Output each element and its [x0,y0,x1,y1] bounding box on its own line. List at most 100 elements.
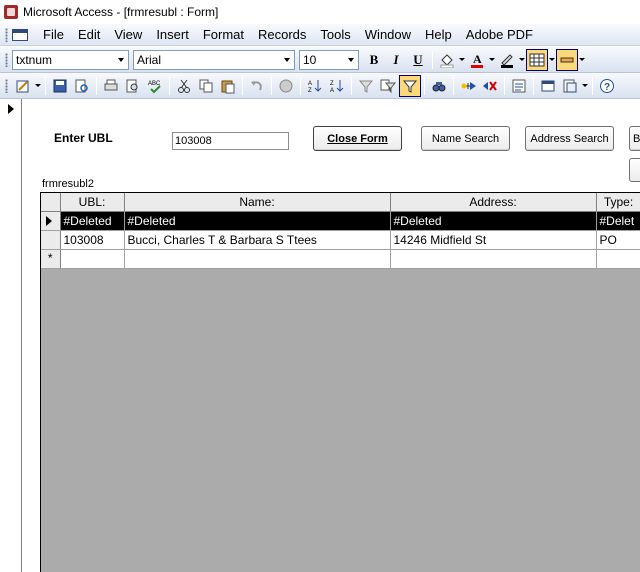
cell-address[interactable]: 14246 Midfield St [390,230,597,250]
underline-button[interactable]: U [407,49,429,71]
chevron-down-icon[interactable] [488,49,496,71]
save-icon[interactable] [49,75,71,97]
ubl-input[interactable]: 103008 [172,132,289,150]
italic-button[interactable]: I [385,49,407,71]
spelling-icon[interactable]: ABC [144,75,166,97]
menu-help[interactable]: Help [418,25,459,45]
find-icon[interactable] [428,75,450,97]
column-header-name[interactable]: Name: [124,193,391,212]
cell-address[interactable] [390,249,597,269]
b-button[interactable]: B [629,126,640,151]
cell-name[interactable] [124,249,391,269]
toolbar-grip-icon[interactable] [5,27,8,42]
cell-name[interactable]: #Deleted [124,211,391,231]
cell-type[interactable] [596,249,640,269]
menu-window[interactable]: Window [358,25,418,45]
database-window-icon[interactable] [537,75,559,97]
menu-format[interactable]: Format [196,25,251,45]
sort-descending-icon[interactable]: ZA [326,75,348,97]
cell-type[interactable]: #Delet [596,211,640,231]
toolbar-separator [271,76,272,95]
properties-icon[interactable] [508,75,530,97]
new-record-icon[interactable] [457,75,479,97]
font-size-combo[interactable]: 10 [299,49,359,70]
select-all-corner[interactable] [41,193,61,212]
row-selector[interactable] [41,230,61,250]
toolbar-separator [96,76,97,95]
form-record-selector[interactable] [0,99,22,572]
font-combo[interactable]: Arial [133,49,295,70]
chevron-down-icon[interactable] [34,75,42,97]
chevron-down-icon[interactable] [578,49,586,71]
close-form-button[interactable]: Close Form [313,126,402,151]
undo-icon[interactable] [246,75,268,97]
fill-color-icon[interactable] [436,49,458,71]
cell-type[interactable]: PO [596,230,640,250]
hyperlink-icon[interactable] [275,75,297,97]
cell-ubl[interactable]: #Deleted [60,211,125,231]
cell-ubl[interactable] [60,249,125,269]
subform-label: frmresubl2 [42,178,94,190]
font-size-value: 10 [303,52,317,67]
toolbar-grip-icon[interactable] [5,78,8,93]
copy-icon[interactable] [195,75,217,97]
chevron-down-icon[interactable] [344,51,358,69]
new-record-row[interactable]: * [41,249,640,269]
print-icon[interactable] [100,75,122,97]
menu-bar: File Edit View Insert Format Records Too… [0,24,640,46]
name-search-button[interactable]: Name Search [421,126,510,151]
cell-address[interactable]: #Deleted [390,211,597,231]
design-view-icon[interactable] [12,75,34,97]
menu-adobe-pdf[interactable]: Adobe PDF [459,25,540,45]
toolbar-separator [592,76,593,95]
chevron-down-icon[interactable] [280,51,294,69]
bold-button[interactable]: B [363,49,385,71]
menu-insert[interactable]: Insert [149,25,196,45]
chevron-down-icon[interactable] [458,49,466,71]
print-preview-icon[interactable] [122,75,144,97]
menu-file[interactable]: File [36,25,71,45]
chevron-down-icon[interactable] [581,75,589,97]
chevron-down-icon[interactable] [114,51,128,69]
menu-records[interactable]: Records [251,25,313,45]
object-combo[interactable]: txtnum [12,49,129,70]
title-bar: Microsoft Access - [frmresubl : Form] [0,0,640,24]
column-header-type[interactable]: Type: [596,193,640,212]
filter-by-selection-icon[interactable] [355,75,377,97]
chevron-down-icon[interactable] [548,49,556,71]
file-search-icon[interactable] [71,75,93,97]
special-effect-icon[interactable] [556,48,578,71]
paste-icon[interactable] [217,75,239,97]
form-window-icon[interactable] [12,28,28,41]
cell-ubl[interactable]: 103008 [60,230,125,250]
toolbar-separator [169,76,170,95]
cut-icon[interactable] [173,75,195,97]
delete-record-icon[interactable] [479,75,501,97]
row-selector[interactable] [41,211,61,231]
toolbar-separator [432,50,433,69]
menu-tools[interactable]: Tools [313,25,357,45]
table-row[interactable]: 103008 Bucci, Charles T & Barbara S Ttee… [41,230,640,250]
filter-by-form-icon[interactable] [377,75,399,97]
table-row[interactable]: #Deleted #Deleted #Deleted #Delet [41,211,640,231]
help-icon[interactable]: ? [596,75,618,97]
menu-view[interactable]: View [107,25,149,45]
line-color-icon[interactable] [496,49,518,71]
menu-edit[interactable]: Edit [71,25,107,45]
chevron-down-icon[interactable] [518,49,526,71]
sort-ascending-icon[interactable]: AZ [304,75,326,97]
datasheet-grid: UBL: Name: Address: Type: #Deleted #Dele… [41,193,640,269]
apply-filter-icon[interactable] [399,74,421,97]
new-object-icon[interactable] [559,75,581,97]
access-app-icon [4,5,18,19]
secondary-button[interactable] [629,158,640,182]
new-record-star-icon[interactable]: * [41,249,61,269]
gridlines-icon[interactable] [526,48,548,71]
toolbar-separator [453,76,454,95]
column-header-address[interactable]: Address: [390,193,597,212]
cell-name[interactable]: Bucci, Charles T & Barbara S Ttees [124,230,391,250]
toolbar-grip-icon[interactable] [5,52,8,67]
font-color-icon[interactable]: A [466,49,488,71]
address-search-button[interactable]: Address Search [525,126,614,151]
column-header-ubl[interactable]: UBL: [60,193,125,212]
